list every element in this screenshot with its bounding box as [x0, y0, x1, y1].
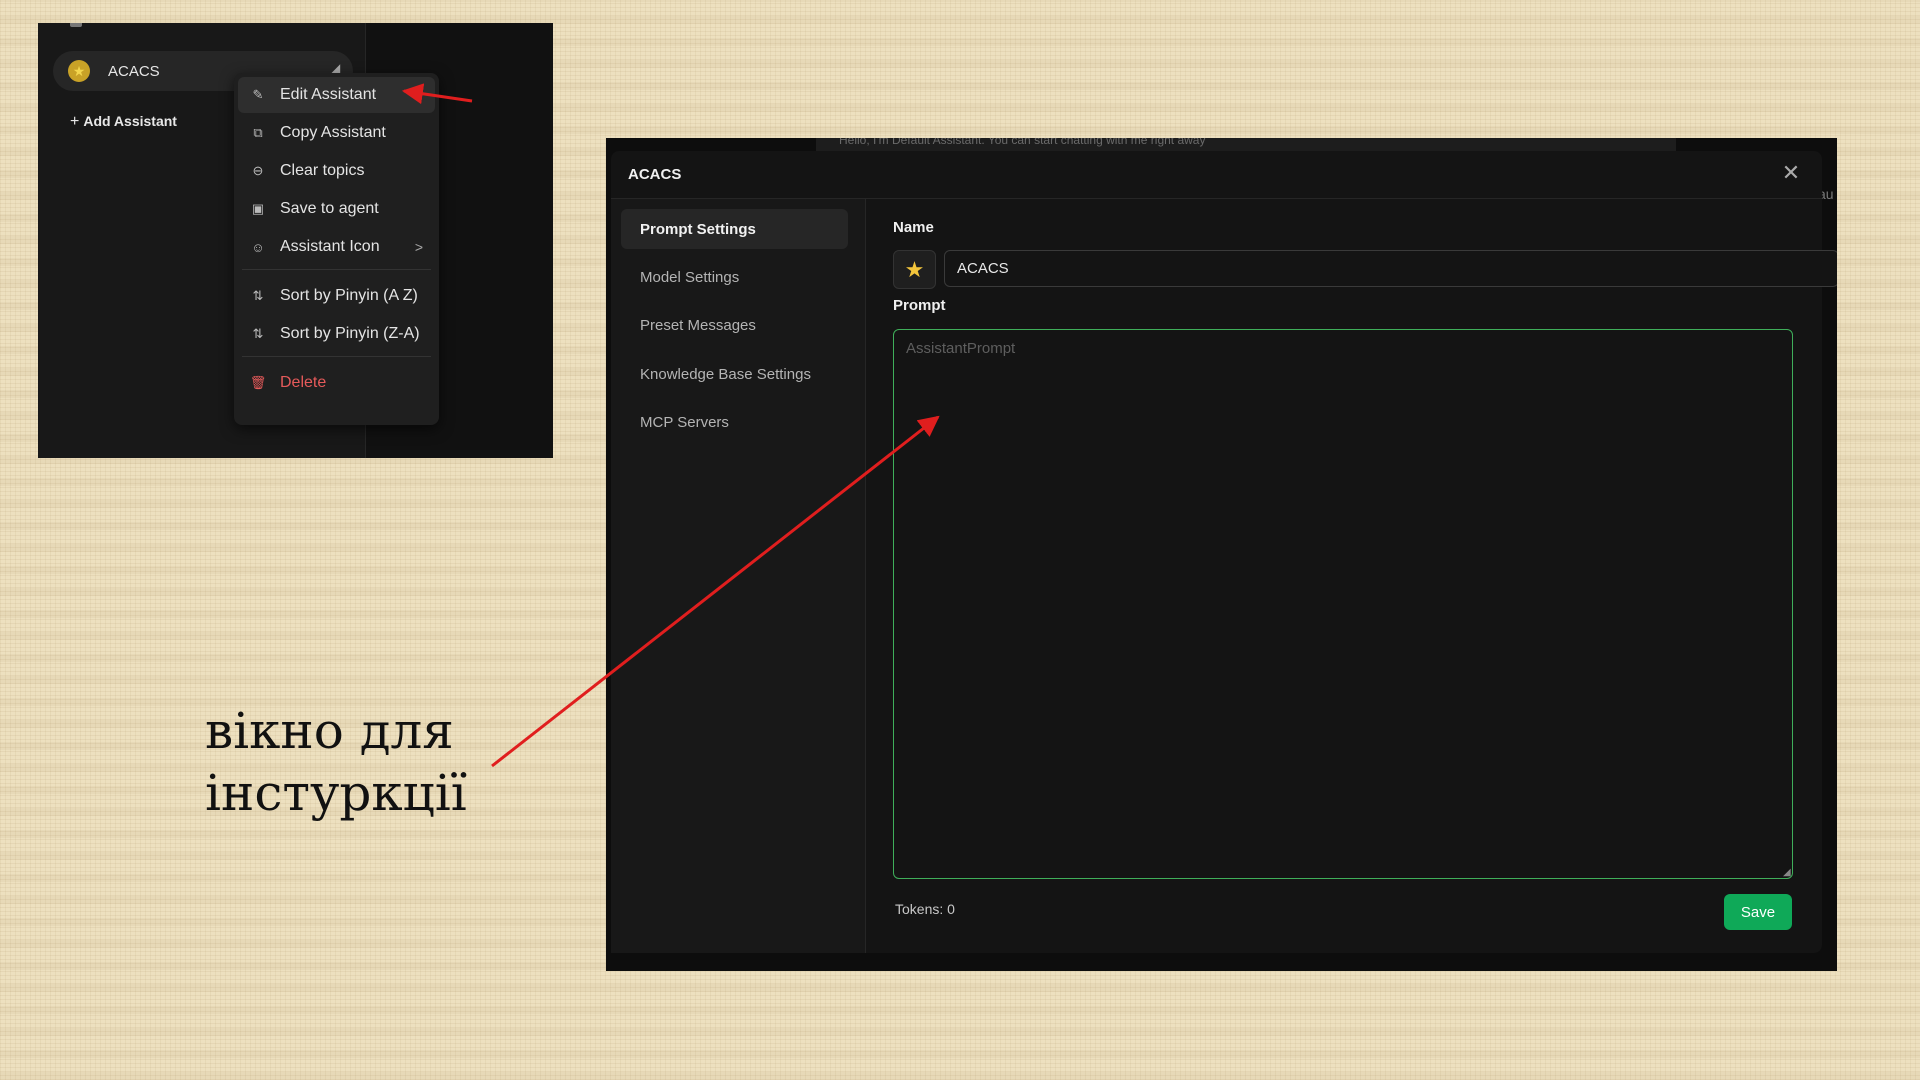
edit-assistant-screenshot: Hello, I'm Default Assistant. You can st…	[606, 138, 1837, 971]
menu-item-label: Sort by Pinyin (A Z)	[280, 287, 418, 304]
menu-item-copy-assistant[interactable]: ⧉ Copy Assistant	[238, 115, 435, 151]
menu-item-sort-a-z[interactable]: ⇅ Sort by Pinyin (A Z)	[238, 278, 435, 314]
assistant-context-menu: ✎ Edit Assistant ⧉ Copy Assistant ⊖ Clea…	[234, 73, 439, 425]
menu-divider	[242, 269, 431, 270]
modal-header: ACACS ✕	[611, 151, 1822, 199]
menu-item-delete[interactable]: 🗑 Delete	[238, 365, 435, 401]
scrollbar-stub	[70, 23, 82, 27]
nav-prompt-settings[interactable]: Prompt Settings	[621, 209, 848, 249]
sort-asc-icon: ⇅	[252, 288, 264, 303]
annotation-text: вікно для інстуркції	[205, 700, 467, 824]
resize-handle-icon[interactable]: ◢	[1783, 868, 1793, 878]
menu-item-label: Copy Assistant	[280, 124, 386, 141]
star-icon[interactable]: ★	[893, 250, 936, 289]
prompt-label: Prompt	[893, 297, 946, 314]
nav-model-settings[interactable]: Model Settings	[621, 257, 848, 297]
menu-item-label: Sort by Pinyin (Z-A)	[280, 325, 420, 342]
edit-assistant-modal: ACACS ✕ Prompt Settings Model Settings P…	[611, 151, 1837, 953]
smile-icon: ☺	[251, 239, 265, 255]
save-icon: ▣	[251, 201, 265, 216]
nav-knowledge-base-settings[interactable]: Knowledge Base Settings	[621, 354, 848, 394]
close-icon[interactable]: ✕	[1779, 161, 1803, 185]
name-input[interactable]	[944, 250, 1837, 287]
menu-item-label: Assistant Icon	[280, 238, 380, 255]
prompt-textarea[interactable]	[893, 329, 1793, 879]
menu-item-clear-topics[interactable]: ⊖ Clear topics	[238, 153, 435, 189]
minus-circle-icon: ⊖	[252, 163, 264, 178]
annotation-line-1: вікно для	[205, 702, 454, 760]
menu-item-label: Clear topics	[280, 162, 365, 179]
assistant-name: ACACS	[108, 63, 160, 80]
prompt-settings-panel: Name ★ Prompt ◢ Tokens: 0 Save	[866, 199, 1837, 953]
annotation-line-2: інстуркції	[205, 764, 467, 822]
menu-item-assistant-icon[interactable]: ☺ Assistant Icon >	[238, 229, 435, 265]
menu-item-label: Save to agent	[280, 200, 379, 217]
trash-icon: 🗑	[249, 375, 267, 390]
modal-title: ACACS	[628, 166, 682, 183]
menu-item-label: Delete	[280, 374, 327, 391]
assistant-list-screenshot: ★ ACACS ◢ + Add Assistant ✎ Edit Assistan…	[38, 23, 553, 458]
settings-nav: Prompt Settings Model Settings Preset Me…	[611, 199, 866, 953]
menu-divider	[242, 356, 431, 357]
star-icon: ★	[68, 60, 90, 82]
name-label: Name	[893, 219, 934, 236]
nav-preset-messages[interactable]: Preset Messages	[621, 305, 848, 345]
nav-mcp-servers[interactable]: MCP Servers	[621, 402, 848, 442]
menu-item-sort-z-a[interactable]: ⇅ Sort by Pinyin (Z-A)	[238, 316, 435, 352]
menu-item-save-to-agent[interactable]: ▣ Save to agent	[238, 191, 435, 227]
sort-desc-icon: ⇅	[252, 326, 264, 341]
copy-icon: ⧉	[253, 125, 263, 140]
edit-icon: ✎	[252, 87, 264, 102]
save-button[interactable]: Save	[1724, 894, 1792, 930]
menu-item-edit-assistant[interactable]: ✎ Edit Assistant	[238, 77, 435, 113]
background-hint-text: Hello, I'm Default Assistant. You can st…	[839, 138, 1206, 147]
chevron-right-icon: >	[414, 239, 423, 255]
add-assistant-label: Add Assistant	[83, 113, 177, 129]
token-count: Tokens: 0	[895, 901, 955, 917]
plus-icon: +	[70, 113, 80, 130]
menu-item-label: Edit Assistant	[280, 86, 377, 103]
add-assistant-button[interactable]: + Add Assistant	[70, 113, 177, 131]
